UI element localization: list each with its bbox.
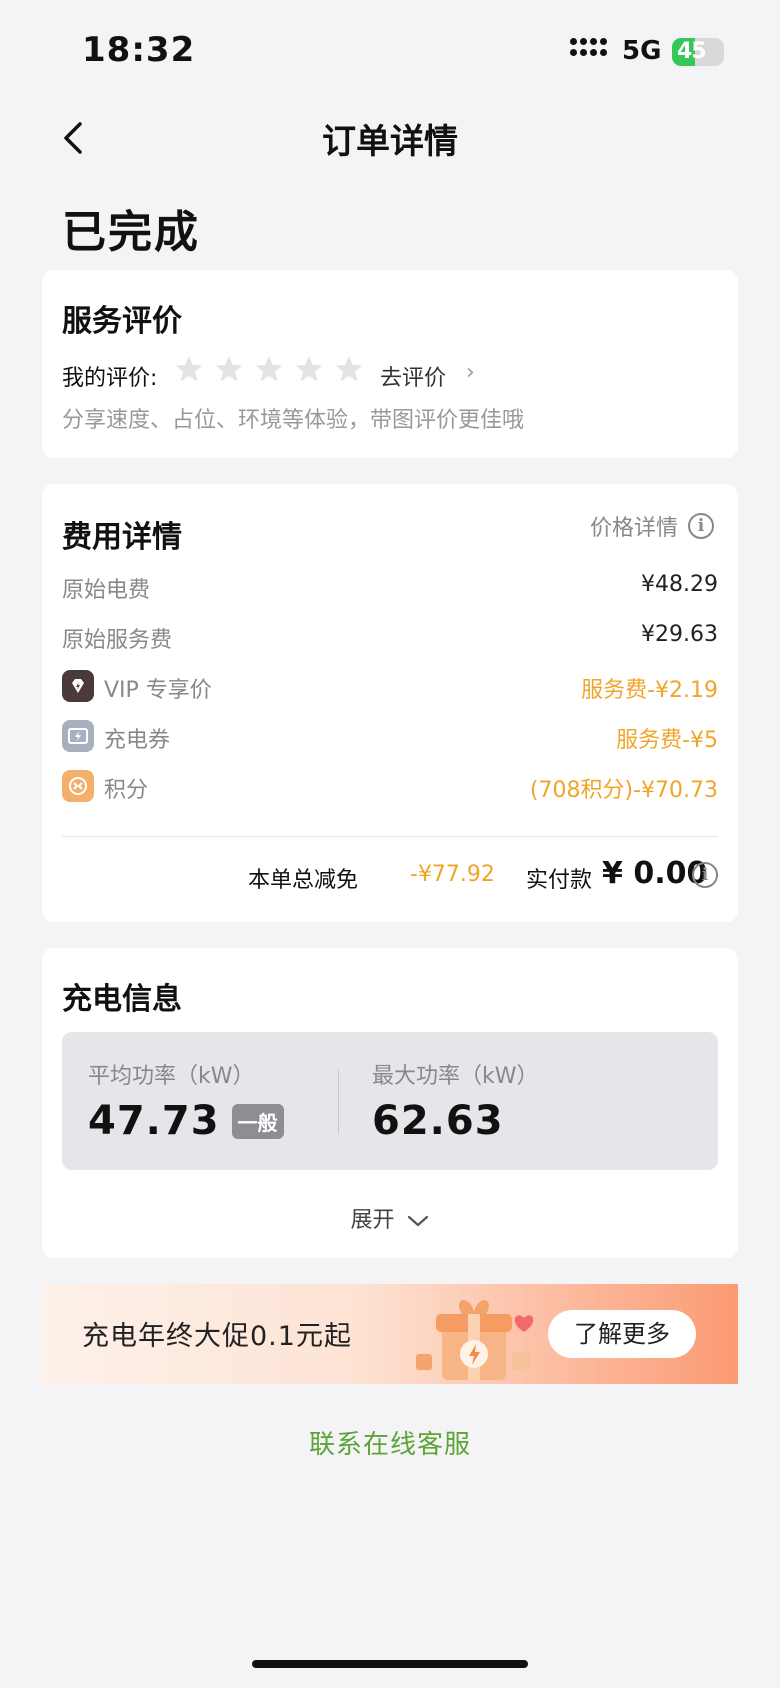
expand-label: 展开 [350, 1208, 395, 1233]
chevron-down-icon [407, 1215, 428, 1227]
home-indicator [252, 1660, 528, 1668]
fee-card-title: 费用详情 [62, 520, 182, 555]
star-icon[interactable] [174, 354, 204, 384]
page-title: 订单详情 [322, 122, 458, 162]
divider [62, 836, 718, 837]
review-card-title: 服务评价 [62, 304, 182, 339]
power-panel: 平均功率（kW） 47.73 一般 最大功率（kW） 62.63 [62, 1032, 718, 1170]
promo-banner[interactable]: 充电年终大促0.1元起 了解更多 [42, 1284, 738, 1384]
signal-icon [570, 38, 607, 56]
max-power-block: 最大功率（kW） 62.63 [372, 1058, 539, 1144]
fee-row-label: 充电券 [104, 728, 171, 753]
info-icon[interactable]: i [692, 862, 718, 888]
fee-row-label: 原始服务费 [62, 628, 173, 653]
my-review-label: 我的评价: [62, 366, 158, 391]
learn-more-button[interactable]: 了解更多 [548, 1310, 696, 1358]
fee-row: 充电券 服务费-¥5 [62, 718, 718, 758]
status-bar: 18:32 5G 45 [0, 0, 780, 96]
star-icon[interactable] [294, 354, 324, 384]
fee-row-value: (708积分)-¥70.73 [529, 778, 718, 803]
charge-info-card: 充电信息 平均功率（kW） 47.73 一般 最大功率（kW） 62.63 展开 [42, 948, 738, 1258]
star-icon[interactable] [214, 354, 244, 384]
total-discount-value: -¥77.92 [410, 862, 495, 887]
fee-row-value: 服务费-¥5 [616, 728, 718, 753]
review-hint: 分享速度、占位、环境等体验，带图评价更佳哦 [62, 408, 525, 433]
avg-power-value-row: 47.73 一般 [88, 1098, 284, 1144]
battery-charging-icon: 45 [672, 38, 724, 66]
gift-box-icon [416, 1300, 534, 1380]
power-level-badge: 一般 [231, 1103, 284, 1139]
order-detail-page: 18:32 5G 45 订单详情 已完成 服务评价 我的评价: 去评价 › 分享… [0, 0, 780, 1688]
fee-row-value: 服务费-¥2.19 [581, 678, 718, 703]
total-discount-label: 本单总减免 [248, 868, 359, 893]
chevron-right-icon: › [466, 360, 475, 385]
expand-button[interactable]: 展开 [42, 1202, 738, 1234]
star-icon[interactable] [254, 354, 284, 384]
network-type: 5G [622, 36, 662, 66]
max-power-label: 最大功率（kW） [372, 1064, 539, 1089]
promo-text: 充电年终大促0.1元起 [82, 1321, 352, 1352]
rating-stars[interactable] [174, 354, 364, 384]
divider [338, 1070, 339, 1134]
fee-row: VIP 专享价 服务费-¥2.19 [62, 668, 718, 708]
coupon-icon [62, 720, 94, 752]
avg-power-block: 平均功率（kW） 47.73 一般 [88, 1058, 284, 1144]
vip-icon [62, 670, 94, 702]
fee-row-value: ¥48.29 [641, 572, 718, 597]
fee-detail-card: 费用详情 价格详情 i 原始电费 ¥48.29 原始服务费 ¥29.63 VIP… [42, 484, 738, 922]
price-detail-label: 价格详情 [589, 516, 678, 541]
order-status: 已完成 [62, 207, 200, 258]
fee-row-label: 原始电费 [62, 578, 151, 603]
fee-row: 原始电费 ¥48.29 [62, 568, 718, 608]
battery-level: 45 [677, 39, 707, 64]
star-icon[interactable] [334, 354, 364, 384]
avg-power-label: 平均功率（kW） [88, 1064, 255, 1089]
fee-row-label: VIP 专享价 [104, 678, 212, 703]
fee-row-label: 积分 [104, 778, 149, 803]
service-review-card: 服务评价 我的评价: 去评价 › 分享速度、占位、环境等体验，带图评价更佳哦 [42, 270, 738, 458]
price-detail-link[interactable]: 价格详情 i [590, 510, 714, 542]
info-icon[interactable]: i [688, 513, 714, 539]
fee-row: 积分 (708积分)-¥70.73 [62, 768, 718, 808]
max-power-value: 62.63 [372, 1098, 504, 1144]
contact-support-link[interactable]: 联系在线客服 [0, 1424, 780, 1461]
status-time: 18:32 [82, 30, 196, 70]
nav-bar: 订单详情 [0, 100, 780, 176]
go-review-link[interactable]: 去评价 [380, 360, 446, 392]
paid-label: 实付款 [526, 868, 593, 893]
fee-row-value: ¥29.63 [641, 622, 718, 647]
points-icon [62, 770, 94, 802]
fee-row: 原始服务费 ¥29.63 [62, 618, 718, 658]
charge-card-title: 充电信息 [62, 982, 182, 1017]
total-row: 本单总减免 -¥77.92 实付款 ¥ 0.00 i [62, 856, 718, 900]
avg-power-value: 47.73 [88, 1098, 220, 1144]
